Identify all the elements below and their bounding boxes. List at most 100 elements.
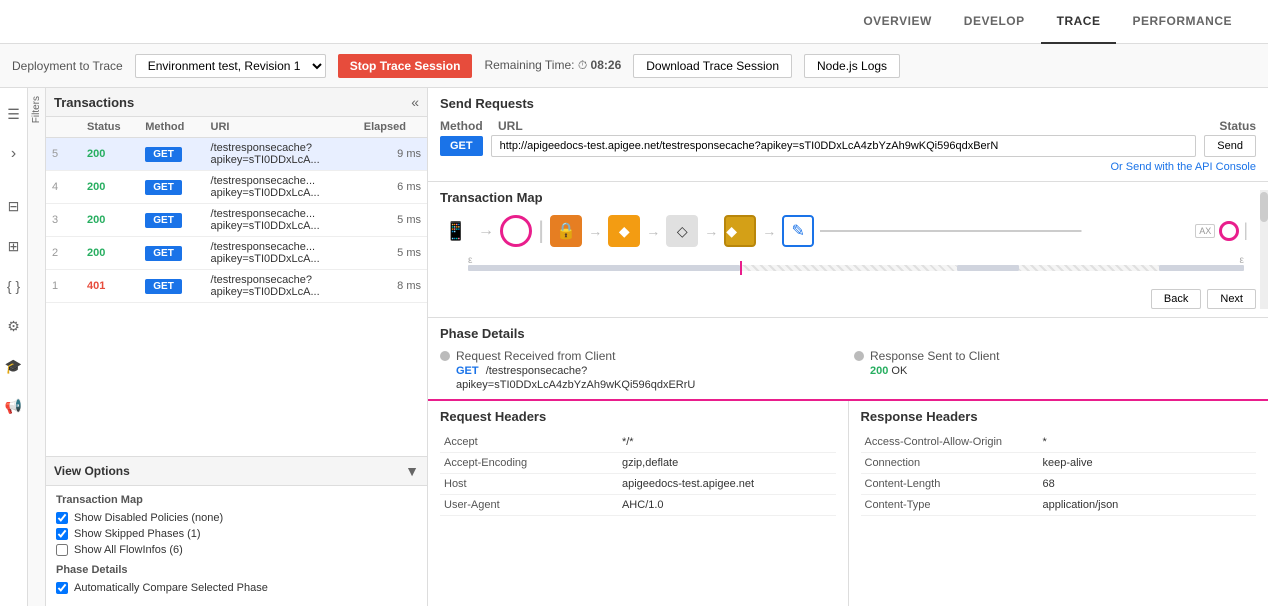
table-row[interactable]: 5 200 GET /testresponsecache?apikey=sTI0… (46, 138, 427, 171)
nav-overview[interactable]: OVERVIEW (847, 0, 947, 44)
transaction-map-section-label: Transaction Map (56, 494, 417, 506)
nodejs-logs-button[interactable]: Node.js Logs (804, 54, 900, 78)
flow-gray-diamond-icon[interactable]: ◇ (666, 215, 698, 247)
header-row: User-Agent AHC/1.0 (440, 495, 836, 516)
col-uri: URI (205, 117, 358, 138)
sidebar-api-icon[interactable]: ⊞ (0, 228, 32, 264)
header-value: keep-alive (1038, 453, 1256, 474)
table-row[interactable]: 3 200 GET /testresponsecache...apikey=sT… (46, 204, 427, 237)
show-disabled-checkbox[interactable] (56, 512, 68, 524)
flow-target-pipe: | (1243, 220, 1248, 241)
method-get-button[interactable]: GET (145, 147, 182, 162)
flow-cache-policy-icon[interactable]: ◆ (724, 215, 756, 247)
request-phase-heading: Request Received from Client (456, 349, 615, 363)
auto-compare-checkbox-item[interactable]: Automatically Compare Selected Phase (56, 582, 417, 594)
row-status: 200 (81, 138, 139, 171)
filters-label[interactable]: Filters (29, 88, 44, 131)
header-key: Content-Length (861, 474, 1039, 495)
view-options-collapse-icon: ▼ (405, 463, 419, 479)
show-skipped-checkbox[interactable] (56, 528, 68, 540)
header-key: Access-Control-Allow-Origin (861, 432, 1039, 453)
sidebar-home-icon[interactable]: ⊟ (0, 188, 32, 224)
sidebar-settings-icon[interactable]: ⚙ (0, 308, 32, 344)
phase-details-title: Phase Details (440, 326, 1256, 341)
flow-pipe-separator: | (538, 217, 544, 245)
flow-routing-policy-icon[interactable]: ◆ (608, 215, 640, 247)
clock-icon: ⏱ (578, 58, 587, 72)
client-phone-icon: 📱 (440, 215, 472, 247)
row-method: GET (139, 270, 204, 303)
header-row: Access-Control-Allow-Origin * (861, 432, 1257, 453)
show-all-flowinfos-checkbox[interactable] (56, 544, 68, 556)
ax-label: AX (1195, 224, 1215, 238)
flow-arrow-2: → (588, 223, 602, 239)
back-button[interactable]: Back (1151, 289, 1201, 309)
row-method: GET (139, 204, 204, 237)
method-get-button[interactable]: GET (145, 246, 182, 261)
col-status-label: Status (81, 117, 139, 138)
header-row: Host apigeedocs-test.apigee.net (440, 474, 836, 495)
row-num: 2 (46, 237, 81, 270)
header-row: Connection keep-alive (861, 453, 1257, 474)
row-status: 401 (81, 270, 139, 303)
row-method: GET (139, 171, 204, 204)
show-all-flowinfos-label: Show All FlowInfos (6) (74, 544, 183, 556)
flow-edit-icon[interactable]: ✎ (782, 215, 814, 247)
flow-security-policy-icon[interactable]: 🔒 (550, 215, 582, 247)
flow-target-pink-circle (1219, 221, 1239, 241)
row-elapsed: 5 ms (358, 237, 427, 270)
table-row[interactable]: 1 401 GET /testresponsecache?apikey=sTI0… (46, 270, 427, 303)
header-key: Connection (861, 453, 1039, 474)
flow-arrow-5: → (762, 223, 776, 239)
nav-performance[interactable]: PERFORMANCE (1116, 0, 1248, 44)
header-row: Accept */* (440, 432, 836, 453)
sidebar-learn-icon[interactable]: 🎓 (0, 348, 32, 384)
header-value: * (1038, 432, 1256, 453)
phase-details-section-label: Phase Details (56, 564, 417, 576)
remaining-time-value: 08:26 (591, 58, 622, 72)
show-all-flowinfos-checkbox-item[interactable]: Show All FlowInfos (6) (56, 544, 417, 556)
send-method-button[interactable]: GET (440, 136, 483, 156)
row-status: 200 (81, 171, 139, 204)
sidebar-expand-icon[interactable]: › (0, 136, 32, 172)
row-elapsed: 8 ms (358, 270, 427, 303)
row-elapsed: 6 ms (358, 171, 427, 204)
send-button[interactable]: Send (1204, 135, 1256, 157)
collapse-transactions-button[interactable]: « (411, 94, 419, 110)
row-uri: /testresponsecache?apikey=sTI0DDxLcA... (205, 270, 358, 303)
table-row[interactable]: 4 200 GET /testresponsecache...apikey=sT… (46, 171, 427, 204)
remaining-time-label: Remaining Time: ⏱ 08:26 (484, 58, 621, 73)
header-value: AHC/1.0 (618, 495, 836, 516)
row-num: 3 (46, 204, 81, 237)
method-get-button[interactable]: GET (145, 180, 182, 195)
nav-trace[interactable]: TRACE (1041, 0, 1117, 44)
next-button[interactable]: Next (1207, 289, 1256, 309)
show-disabled-checkbox-item[interactable]: Show Disabled Policies (none) (56, 512, 417, 524)
env-select[interactable]: Environment test, Revision 1 (135, 54, 326, 78)
sidebar-announce-icon[interactable]: 📢 (0, 388, 32, 424)
sidebar-code-icon[interactable]: { } (0, 268, 32, 304)
row-status: 200 (81, 237, 139, 270)
header-key: User-Agent (440, 495, 618, 516)
nav-develop[interactable]: DEVELOP (948, 0, 1041, 44)
flow-pink-circle (500, 215, 532, 247)
download-session-button[interactable]: Download Trace Session (633, 54, 792, 78)
row-uri: /testresponsecache...apikey=sTI0DDxLcA..… (205, 171, 358, 204)
auto-compare-checkbox[interactable] (56, 582, 68, 594)
method-get-button[interactable]: GET (145, 213, 182, 228)
sidebar-menu-icon[interactable]: ☰ (0, 96, 32, 132)
table-row[interactable]: 2 200 GET /testresponsecache...apikey=sT… (46, 237, 427, 270)
method-get-button[interactable]: GET (145, 279, 182, 294)
flow-arrow-3: → (646, 223, 660, 239)
row-elapsed: 9 ms (358, 138, 427, 171)
request-phase-dot (440, 351, 450, 361)
url-input[interactable] (491, 135, 1197, 157)
show-disabled-label: Show Disabled Policies (none) (74, 512, 223, 524)
show-skipped-checkbox-item[interactable]: Show Skipped Phases (1) (56, 528, 417, 540)
stop-session-button[interactable]: Stop Trace Session (338, 54, 473, 78)
flow-arrow-4: → (704, 223, 718, 239)
view-options-header[interactable]: View Options ▼ (46, 457, 427, 486)
row-num: 4 (46, 171, 81, 204)
response-status-code: 200 (870, 365, 888, 377)
or-send-api-link[interactable]: Or Send with the API Console (1110, 161, 1256, 173)
